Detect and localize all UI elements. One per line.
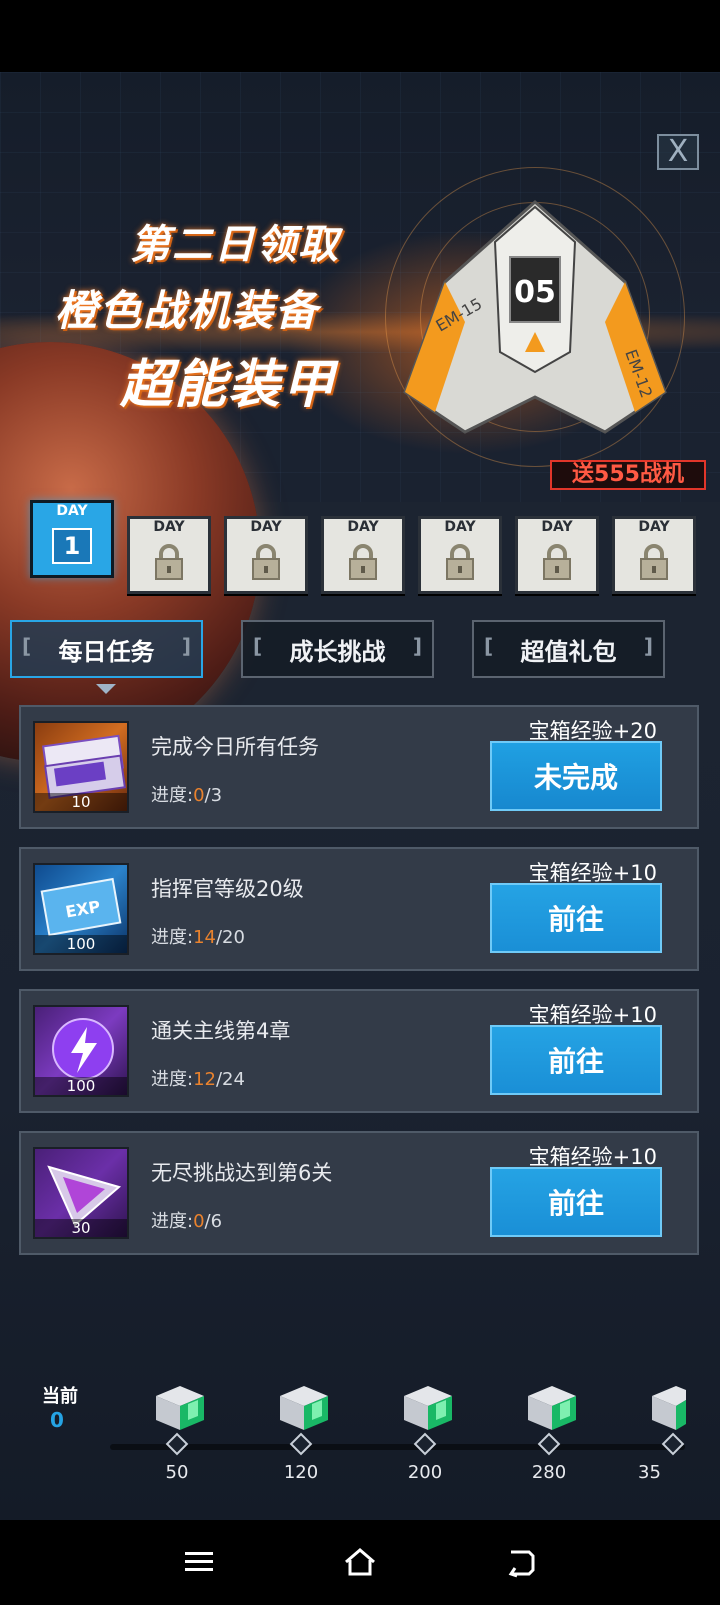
task-card: 100 通关主线第4章 进度:12/24 宝箱经验+10 前往 (19, 989, 699, 1113)
milestone-marker (537, 1432, 561, 1456)
close-button[interactable]: X (657, 134, 699, 170)
tab-growth-challenge-label: 成长挑战 (289, 637, 386, 666)
day-label: DAY (250, 519, 282, 535)
system-nav-bar (0, 1520, 720, 1605)
active-tab-indicator (96, 684, 116, 694)
lock-icon (640, 544, 668, 580)
task-card: 10 完成今日所有任务 进度:0/3 宝箱经验+20 未完成 (19, 705, 699, 829)
lock-icon (155, 544, 183, 580)
chest-icon[interactable] (150, 1382, 208, 1432)
task-card: 30 无尽挑战达到第6关 进度:0/6 宝箱经验+10 前往 (19, 1131, 699, 1255)
day-label: DAY (153, 519, 185, 535)
day-label: DAY (347, 519, 379, 535)
day-tab-2[interactable]: DAY (127, 516, 211, 594)
milestone-marker (661, 1432, 685, 1456)
banner-line-2: 橙色战机装备 (55, 286, 320, 335)
tab-value-pack[interactable]: [ 超值礼包 ] (472, 620, 665, 678)
crystal-shard-icon: 30 (33, 1147, 129, 1239)
task-progress: 进度:12/24 (151, 1069, 245, 1090)
tab-growth-challenge[interactable]: [ 成长挑战 ] (241, 620, 434, 678)
day-label: DAY (56, 503, 88, 519)
energy-orb-icon: 100 (33, 1005, 129, 1097)
send-555-fighter-tag[interactable]: 送555战机 (550, 460, 706, 490)
milestone-marker (289, 1432, 313, 1456)
ship-number: 05 (514, 275, 556, 310)
item-quantity: 100 (35, 935, 127, 953)
task-progress: 进度:14/20 (151, 927, 245, 948)
milestone-marker (165, 1432, 189, 1456)
banner-line-1: 第二日领取 (130, 222, 340, 268)
day-label: DAY (444, 519, 476, 535)
task-progress: 进度:0/3 (151, 785, 223, 806)
task-progress: 进度:0/6 (151, 1211, 223, 1232)
milestone-value: 200 (407, 1462, 443, 1483)
item-quantity: 10 (35, 793, 127, 811)
task-go-button[interactable]: 前往 (490, 1025, 662, 1095)
day-tab-7[interactable]: DAY (612, 516, 696, 594)
tab-value-pack-label: 超值礼包 (520, 637, 617, 666)
tab-daily-tasks[interactable]: [ 每日任务 ] (10, 620, 203, 678)
current-points-label: 当前 (42, 1386, 78, 1407)
lock-icon (349, 544, 377, 580)
task-go-button[interactable]: 前往 (490, 883, 662, 953)
day-tab-1[interactable]: DAY 1 (30, 500, 114, 578)
milestone-value: 50 (165, 1462, 189, 1483)
menu-icon (185, 1552, 213, 1571)
task-title: 无尽挑战达到第6关 (151, 1161, 333, 1185)
task-title: 指挥官等级20级 (151, 877, 304, 901)
day-label: DAY (638, 519, 670, 535)
task-title: 完成今日所有任务 (151, 735, 319, 759)
close-icon: X (667, 134, 689, 169)
home-button[interactable] (337, 1540, 383, 1584)
lock-icon (252, 544, 280, 580)
chest-progress-track (110, 1444, 685, 1450)
day-tab-5[interactable]: DAY (418, 516, 502, 594)
item-quantity: 30 (35, 1219, 127, 1237)
current-points-value: 0 (50, 1408, 64, 1432)
day-number: 1 (52, 528, 92, 564)
lock-icon (446, 544, 474, 580)
lock-icon (543, 544, 571, 580)
chest-icon[interactable] (522, 1382, 580, 1432)
milestone-value: 280 (531, 1462, 567, 1483)
task-go-button[interactable]: 前往 (490, 1167, 662, 1237)
back-icon (508, 1550, 535, 1578)
day-label: DAY (541, 519, 573, 535)
day-tab-6[interactable]: DAY (515, 516, 599, 594)
daily-task-screen: 第二日领取 橙色战机装备 超能装甲 05 EM-15 EM-12 X 送555战… (0, 72, 720, 1520)
exp-card-icon: EXP 100 (33, 863, 129, 955)
back-button[interactable] (498, 1540, 544, 1584)
banner-line-3: 超能装甲 (120, 355, 337, 415)
chest-icon[interactable] (274, 1382, 332, 1432)
chest-icon[interactable] (398, 1382, 456, 1432)
milestone-value: 120 (283, 1462, 319, 1483)
task-status-button[interactable]: 未完成 (490, 741, 662, 811)
promo-banner: 第二日领取 橙色战机装备 超能装甲 05 EM-15 EM-12 X 送555战… (0, 72, 720, 762)
task-card: EXP 100 指挥官等级20级 进度:14/20 宝箱经验+10 前往 (19, 847, 699, 971)
status-bar (0, 0, 720, 72)
day-tab-3[interactable]: DAY (224, 516, 308, 594)
milestone-marker (413, 1432, 437, 1456)
chest-icon[interactable] (646, 1382, 686, 1432)
menu-button[interactable] (176, 1540, 222, 1584)
tab-daily-tasks-label: 每日任务 (58, 637, 155, 666)
ticket-icon: 10 (33, 721, 129, 813)
item-quantity: 100 (35, 1077, 127, 1095)
home-icon (345, 1548, 375, 1576)
task-title: 通关主线第4章 (151, 1019, 291, 1043)
orange-fighter-ship: 05 EM-15 EM-12 (403, 199, 667, 434)
day-tab-4[interactable]: DAY (321, 516, 405, 594)
milestone-value: 35 (638, 1462, 661, 1483)
